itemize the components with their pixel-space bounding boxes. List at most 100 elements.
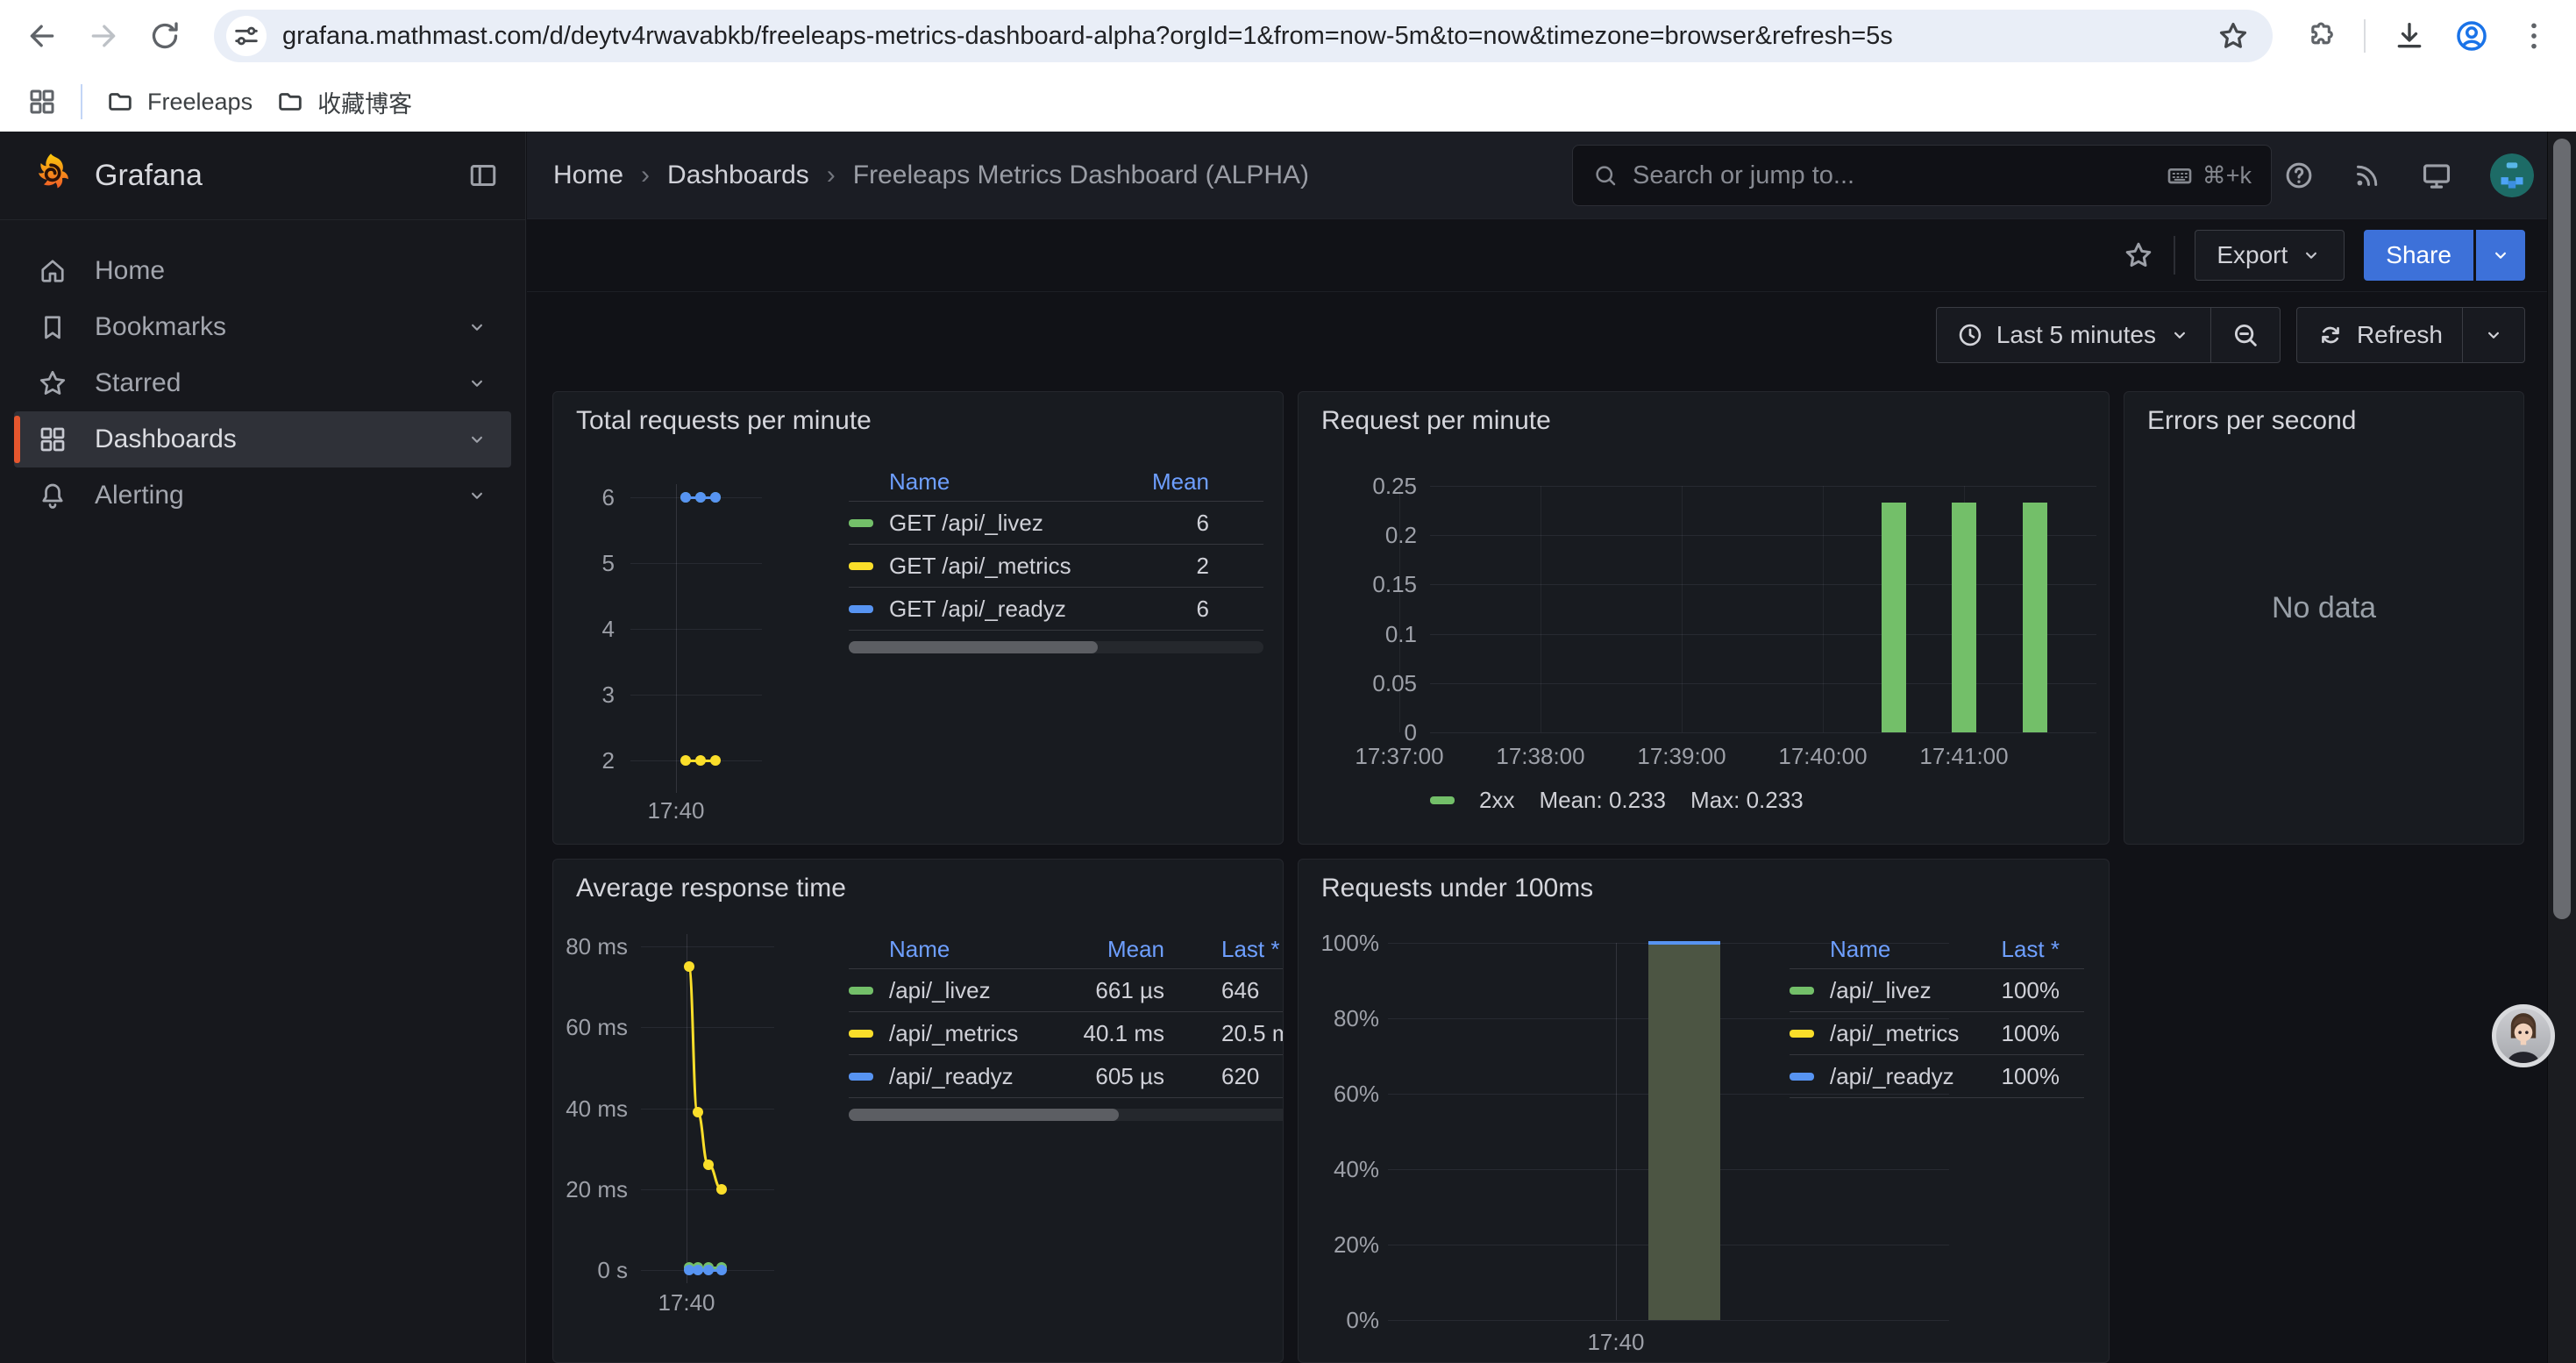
- legend-series-name[interactable]: /api/_livez: [849, 977, 1059, 1004]
- series-color-swatch: [849, 605, 873, 613]
- address-bar[interactable]: grafana.mathmast.com/d/deytv4rwavabkb/fr…: [214, 10, 2273, 62]
- panel-title[interactable]: Requests under 100ms: [1321, 874, 1593, 903]
- bookmark-star-icon[interactable]: [2217, 19, 2250, 53]
- search-icon: [1592, 162, 1619, 189]
- bookmark-folder-freeleaps[interactable]: Freeleaps: [105, 87, 253, 117]
- legend-series-name[interactable]: GET /api/_metrics: [849, 553, 1106, 580]
- data-point: [716, 1184, 727, 1195]
- gridline-v: [676, 484, 677, 793]
- legend-scrollbar-thumb[interactable]: [849, 1109, 1119, 1121]
- sidebar-item-starred[interactable]: Starred: [14, 355, 511, 411]
- legend-header-name[interactable]: Name: [1790, 936, 1961, 963]
- legend-series-name[interactable]: 2xx: [1479, 787, 1514, 814]
- user-avatar[interactable]: [2490, 153, 2534, 197]
- page-scrollbar-thumb[interactable]: [2553, 139, 2571, 919]
- bar-2xx: [1952, 503, 1976, 732]
- data-point: [710, 492, 721, 503]
- header-icons: [2283, 132, 2534, 219]
- dock-menu-icon[interactable]: [467, 160, 499, 191]
- panel-title[interactable]: Request per minute: [1321, 406, 1551, 436]
- legend-header-cell[interactable]: Mean: [1059, 936, 1191, 963]
- folder-icon: [105, 87, 135, 117]
- back-icon[interactable]: [25, 18, 60, 54]
- grafana-logo-icon[interactable]: [26, 151, 75, 200]
- panel-title[interactable]: Total requests per minute: [576, 406, 872, 436]
- sidebar-item-alerting[interactable]: Alerting: [14, 467, 511, 524]
- y-axis-tick: 0%: [1299, 1307, 1379, 1333]
- legend-series-name[interactable]: /api/_livez: [1790, 977, 1961, 1004]
- downloads-icon[interactable]: [2392, 18, 2427, 54]
- favorite-star-icon[interactable]: [2123, 239, 2154, 271]
- legend-stat: Mean: 0.233: [1539, 787, 1666, 814]
- profile-icon[interactable]: [2453, 18, 2490, 54]
- legend-header-cell[interactable]: Mean: [1106, 468, 1263, 496]
- legend-series-name[interactable]: GET /api/_livez: [849, 510, 1106, 537]
- help-icon[interactable]: [2283, 160, 2315, 191]
- data-point: [693, 1107, 703, 1117]
- kiosk-monitor-icon[interactable]: [2420, 159, 2453, 192]
- sidebar-item-bookmarks[interactable]: Bookmarks: [14, 299, 511, 355]
- legend-series-name[interactable]: /api/_readyz: [1790, 1063, 1961, 1090]
- x-axis-tick: 17:40: [597, 797, 755, 824]
- series-color-swatch: [849, 1073, 873, 1081]
- legend-series-name[interactable]: /api/_metrics: [849, 1020, 1059, 1047]
- legend-table: NameLast */api/_livez100%/api/_metrics10…: [1790, 930, 2084, 1098]
- bar-2xx: [2023, 503, 2047, 732]
- sidebar-item-home[interactable]: Home: [14, 243, 511, 299]
- export-button[interactable]: Export: [2195, 230, 2345, 281]
- sidebar-item-dashboards[interactable]: Dashboards: [14, 411, 511, 467]
- gridline-h: [630, 629, 762, 630]
- extensions-icon[interactable]: [2304, 19, 2338, 53]
- assistant-avatar[interactable]: [2492, 1004, 2555, 1067]
- forward-icon[interactable]: [86, 18, 121, 54]
- chevron-down-icon: [2482, 324, 2505, 346]
- data-point: [680, 492, 691, 503]
- search-input[interactable]: Search or jump to... ⌘+k: [1572, 145, 2272, 206]
- legend-header-row: NameMeanLast *: [849, 930, 1284, 969]
- search-shortcut: ⌘+k: [2202, 162, 2252, 189]
- legend-value: 2: [1106, 553, 1263, 580]
- sidebar-item-label: Dashboards: [95, 425, 237, 454]
- series-color-swatch: [849, 519, 873, 527]
- gridline-h: [1430, 584, 2096, 585]
- legend-header-name[interactable]: Name: [849, 468, 1106, 496]
- legend-header-cell[interactable]: Last *: [1191, 936, 1284, 963]
- browser-menu-icon[interactable]: [2516, 18, 2551, 54]
- share-button[interactable]: Share: [2364, 230, 2473, 281]
- legend-header-cell[interactable]: Last *: [1961, 936, 2084, 963]
- gridline-h: [641, 1189, 774, 1190]
- data-point: [703, 1160, 714, 1170]
- refresh-button[interactable]: Refresh: [2297, 308, 2462, 362]
- bookmark-folder-blogs[interactable]: 收藏博客: [275, 85, 412, 119]
- reload-icon[interactable]: [147, 18, 182, 54]
- dashboard-actions-row: Export Share: [527, 219, 2548, 292]
- breadcrumb-item[interactable]: Dashboards: [667, 161, 809, 190]
- sidebar-item-label: Alerting: [95, 481, 184, 510]
- legend-value: 661 µs: [1059, 977, 1191, 1004]
- share-menu-button[interactable]: [2476, 230, 2525, 281]
- legend-series-name[interactable]: GET /api/_readyz: [849, 596, 1106, 623]
- y-axis-tick: 3: [553, 682, 615, 708]
- legend-header-name[interactable]: Name: [849, 936, 1059, 963]
- time-range-picker[interactable]: Last 5 minutes: [1937, 308, 2210, 362]
- url-text[interactable]: grafana.mathmast.com/d/deytv4rwavabkb/fr…: [282, 22, 2217, 51]
- breadcrumb-separator: ›: [827, 161, 836, 190]
- site-settings-icon[interactable]: [226, 16, 267, 56]
- refresh-interval-button[interactable]: [2462, 308, 2524, 362]
- legend-series-name[interactable]: /api/_readyz: [849, 1063, 1059, 1090]
- zoom-out-button[interactable]: [2210, 308, 2280, 362]
- series-color-swatch: [1790, 1030, 1814, 1038]
- apps-grid-icon[interactable]: [26, 86, 58, 118]
- gridline-h: [641, 1027, 774, 1028]
- breadcrumb-item[interactable]: Home: [553, 161, 623, 190]
- legend-value: 20.5 m: [1191, 1020, 1284, 1047]
- legend-series-name[interactable]: /api/_metrics: [1790, 1020, 1961, 1047]
- news-rss-icon[interactable]: [2352, 160, 2383, 191]
- legend-scrollbar-thumb[interactable]: [849, 641, 1098, 653]
- panel-title[interactable]: Average response time: [576, 874, 846, 903]
- y-axis-tick: 40%: [1299, 1156, 1379, 1182]
- series-color-swatch: [849, 1030, 873, 1038]
- panel-title[interactable]: Errors per second: [2147, 406, 2356, 436]
- data-point: [716, 1265, 727, 1275]
- bookmarks-bar: Freeleaps 收藏博客: [0, 72, 2576, 132]
